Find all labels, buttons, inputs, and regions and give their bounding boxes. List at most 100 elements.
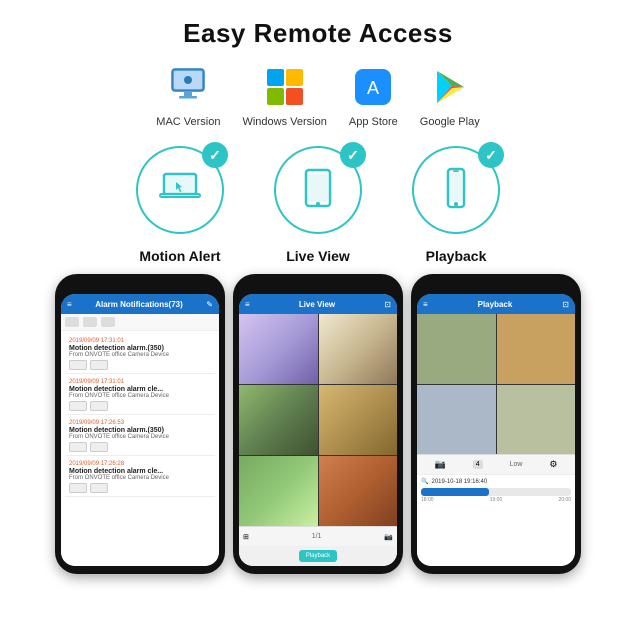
alarm-btn-4b[interactable]	[90, 483, 108, 493]
alarm-title-1: Motion detection alarm.(350)	[69, 345, 211, 352]
phone-screen-playback: ≡ Playback ⊡ 📷 4 Low ⚙	[417, 294, 575, 566]
feature-laptop-circle: ✓	[136, 146, 224, 234]
feature-label-live: Live View	[274, 248, 362, 264]
laptop-feature-icon	[156, 164, 204, 217]
hamburger-icon-live: ≡	[245, 300, 250, 309]
timeline-end: 20:00	[558, 497, 571, 503]
timestamp-value: 2019-10-18 19:16:40	[431, 479, 487, 485]
tablet-feature-icon	[294, 164, 342, 217]
feature-label-motion: Motion Alert	[136, 248, 224, 264]
timeline-labels: 18:00 19:00 20:00	[421, 497, 571, 503]
alarm-from-3: From ONVOTE office Camera Device	[69, 434, 211, 440]
phone-header-motion: ≡ Alarm Notifications(73) ✎	[61, 294, 219, 314]
phone-feature-icon	[432, 164, 480, 217]
filter-icon-2	[83, 317, 97, 327]
alarm-btn-3b[interactable]	[90, 442, 108, 452]
check-badge-phone: ✓	[478, 142, 504, 168]
live-page-icon: ⊞	[243, 533, 249, 541]
live-cell-6	[319, 456, 398, 526]
settings-icon-pb: ⊡	[562, 300, 569, 309]
pb-cell-1	[417, 314, 496, 384]
main-container: Easy Remote Access MAC Version	[0, 0, 636, 633]
edit-icon: ✎	[206, 300, 213, 309]
live-cell-1	[239, 314, 318, 384]
check-badge-laptop: ✓	[202, 142, 228, 168]
playback-controls: 📷 4 Low ⚙	[417, 454, 575, 474]
alarm-actions-3	[69, 442, 211, 452]
timestamp-row: 🔍 2019-10-18 19:16:40	[421, 478, 571, 485]
filter-icon-1	[65, 317, 79, 327]
alarm-from-2: From ONVOTE office Camera Device	[69, 393, 211, 399]
live-playback-bar: Playback	[239, 546, 397, 566]
live-cell-3	[239, 385, 318, 455]
phone-body-playback: 📷 4 Low ⚙ 🔍 2019-10-18 19:16:40	[417, 314, 575, 566]
platform-appstore-label: App Store	[349, 116, 398, 128]
page-num-pb: 4	[473, 460, 483, 469]
live-header-title: Live View	[299, 300, 335, 309]
feature-label-playback: Playback	[412, 248, 500, 264]
phone-body-motion: 2019/09/09 17:31:01 Motion detection ala…	[61, 314, 219, 566]
platform-mac-label: MAC Version	[156, 116, 220, 128]
alarm-btn-1b[interactable]	[90, 360, 108, 370]
alarm-time-3: 2019/09/09 17:26:53	[69, 420, 211, 426]
alarm-list: 2019/09/09 17:31:01 Motion detection ala…	[61, 331, 219, 501]
page-title: Easy Remote Access	[183, 18, 453, 49]
alarm-btn-1a[interactable]	[69, 360, 87, 370]
phone-notch-1	[115, 280, 165, 288]
live-screenshot-icon: 📷	[384, 533, 393, 541]
phone-header-live: ≡ Live View ⊡	[239, 294, 397, 314]
feature-labels-row: Motion Alert Live View Playback	[136, 248, 500, 264]
platform-windows-label: Windows Version	[242, 116, 326, 128]
live-footer: ⊞ 1/1 📷	[239, 526, 397, 546]
timeline-mid: 19:00	[490, 497, 503, 503]
alarm-time-2: 2019/09/09 17:31:01	[69, 379, 211, 385]
pb-cell-2	[497, 314, 576, 384]
phone-header-playback: ≡ Playback ⊡	[417, 294, 575, 314]
timeline-start: 18:00	[421, 497, 434, 503]
phone-motion-alert: ≡ Alarm Notifications(73) ✎ 2019/09/09 1…	[55, 274, 225, 574]
alarm-actions-1	[69, 360, 211, 370]
cast-icon: ⊡	[384, 300, 391, 309]
phone-notch-3	[471, 280, 521, 288]
mac-icon	[164, 63, 212, 111]
platform-googleplay: Google Play	[420, 63, 480, 128]
phone-playback: ≡ Playback ⊡ 📷 4 Low ⚙	[411, 274, 581, 574]
phone-screen-live: ≡ Live View ⊡ ⊞ 1/1	[239, 294, 397, 566]
feature-phone-circle: ✓	[412, 146, 500, 234]
alarm-time-1: 2019/09/09 17:31:01	[69, 338, 211, 344]
filter-icon-3	[101, 317, 115, 327]
timeline-bar	[421, 488, 571, 496]
pb-cell-4	[497, 385, 576, 455]
platform-mac: MAC Version	[156, 63, 220, 128]
alarm-btn-2a[interactable]	[69, 401, 87, 411]
phones-row: ≡ Alarm Notifications(73) ✎ 2019/09/09 1…	[55, 274, 581, 623]
motion-header-title: Alarm Notifications(73)	[95, 300, 183, 309]
svg-text:A: A	[367, 78, 379, 98]
alarm-btn-4a[interactable]	[69, 483, 87, 493]
hamburger-icon-pb: ≡	[423, 300, 428, 309]
alarm-entry-1: 2019/09/09 17:31:01 Motion detection ala…	[65, 335, 215, 374]
low-label-pb: Low	[510, 461, 523, 468]
googleplay-icon	[426, 63, 474, 111]
phone-notch-2	[293, 280, 343, 288]
search-icon-pb: 🔍	[421, 478, 428, 485]
alarm-time-4: 2019/09/09 17:26:28	[69, 461, 211, 467]
live-cell-4	[319, 385, 398, 455]
check-badge-tablet: ✓	[340, 142, 366, 168]
windows-icon	[261, 63, 309, 111]
live-playback-button[interactable]: Playback	[299, 550, 337, 562]
feature-tablet-circle: ✓	[274, 146, 362, 234]
alarm-btn-2b[interactable]	[90, 401, 108, 411]
phone-live-view: ≡ Live View ⊡ ⊞ 1/1	[233, 274, 403, 574]
alarm-btn-3a[interactable]	[69, 442, 87, 452]
alarm-from-1: From ONVOTE office Camera Device	[69, 352, 211, 358]
playback-grid	[417, 314, 575, 454]
alarm-title-3: Motion detection alarm.(350)	[69, 427, 211, 434]
features-row: ✓ ✓	[136, 146, 500, 234]
platform-row: MAC Version Windows Version A	[156, 63, 479, 128]
live-view-grid	[239, 314, 397, 526]
alarm-title-2: Motion detection alarm cle...	[69, 386, 211, 393]
live-cell-2	[319, 314, 398, 384]
live-cell-5	[239, 456, 318, 526]
platform-googleplay-label: Google Play	[420, 116, 480, 128]
